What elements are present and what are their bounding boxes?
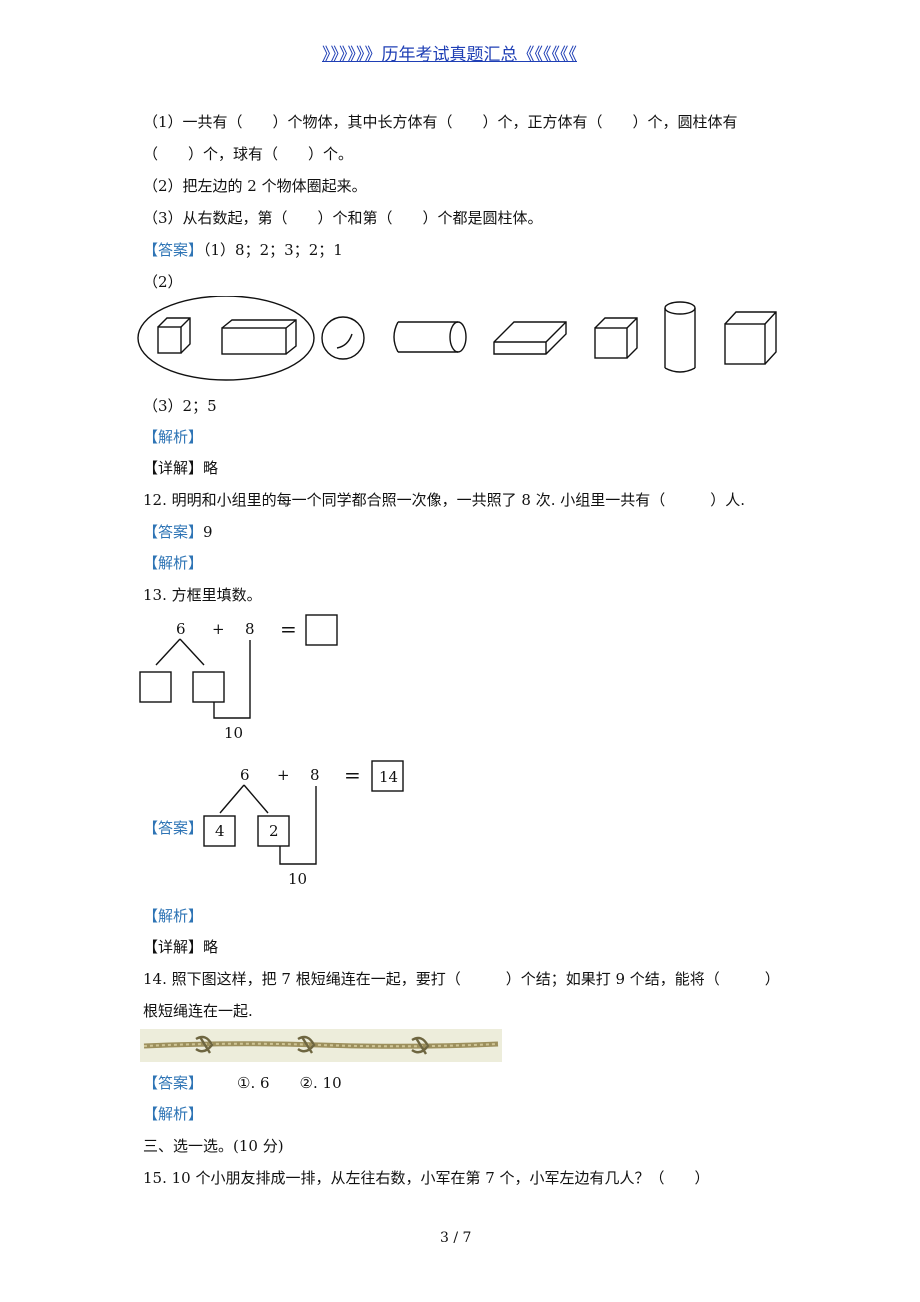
answer-tag: 【答案】 [143, 1074, 204, 1092]
answer-tag: 【答案】 [143, 523, 204, 541]
cube-shape-1 [157, 317, 191, 354]
q11-part1-line1: （1）一共有（ ）个物体，其中长方体有（ ）个，正方体有（ ）个，圆柱体有 [143, 113, 738, 131]
answer-plus-sign: + [277, 766, 290, 784]
cuboid-shape-1 [221, 319, 297, 355]
q12-question: 12. 明明和小组里的每一个同学都合照一次像，一共照了 8 次. 小组里一共有（… [143, 491, 746, 509]
q12-analysis-tag: 【解析】 [143, 554, 204, 572]
split-box-2 [192, 671, 225, 703]
header-banner[interactable]: 》》》》》》历年考试真题汇总《《《《《《 [322, 40, 577, 65]
detail-tag: 【详解】 [143, 938, 204, 956]
knotted-rope-image [140, 1029, 502, 1062]
q11-part2: （2）把左边的 2 个物体圈起来。 [143, 177, 367, 195]
addend-b: 8 [245, 620, 255, 638]
detail-tag: 【详解】 [143, 459, 204, 477]
equals-sign: = [280, 617, 297, 641]
answer-equals-sign: = [344, 763, 361, 787]
solid-shapes-figure [137, 296, 777, 381]
q14-answer: 【答案】 ①. 6 ②. 10 [143, 1073, 342, 1093]
q13-answer-tag: 【答案】 [143, 819, 204, 837]
q11-answer: 【答案】（1）8；2；3；2；1 [143, 240, 343, 260]
q14-analysis-tag: 【解析】 [143, 1105, 204, 1123]
plus-sign: + [212, 620, 225, 638]
detail-text: 略 [203, 459, 219, 477]
q11-answer-3: （3）2；5 [143, 397, 217, 415]
cuboid-shape-2 [493, 321, 567, 355]
circle-around-left-two [137, 296, 315, 381]
answer-result-value: 14 [379, 768, 398, 786]
q14-answer-values: ①. 6 ②. 10 [237, 1074, 342, 1092]
answer-split-value-1: 4 [215, 822, 225, 840]
split-box-1 [139, 671, 172, 703]
detail-text: 略 [203, 938, 219, 956]
q11-analysis-tag: 【解析】 [143, 428, 204, 446]
page-number: 3 / 7 [440, 1230, 472, 1246]
q13-detail: 【详解】略 [143, 937, 218, 957]
cylinder-shape-lying [393, 321, 467, 353]
cube-shape-2 [594, 317, 638, 359]
answer-bracket-line [279, 786, 317, 865]
q13-analysis-tag: 【解析】 [143, 907, 204, 925]
q11-answer2-label: （2） [143, 273, 183, 291]
answer-decomposition-diagram: 6 + 8 = 14 4 2 10 [203, 760, 404, 888]
q13-question: 13. 方框里填数。 [143, 586, 262, 604]
answer-addend-b: 8 [310, 766, 320, 784]
number-decomposition-diagram: 6 + 8 = 10 [139, 614, 338, 742]
q14-question-line2: 根短绳连在一起. [143, 1002, 253, 1020]
ten-label: 10 [224, 724, 243, 742]
section-3-title: 三、选一选。(10 分) [143, 1137, 284, 1155]
q11-detail: 【详解】略 [143, 458, 218, 478]
bracket-line [213, 640, 251, 719]
q12-answer-value: 9 [203, 523, 213, 541]
answer-addend-a: 6 [240, 766, 250, 784]
sphere-shape [321, 316, 365, 360]
cube-shape-3 [724, 311, 777, 365]
q14-question-line1: 14. 照下图这样，把 7 根短绳连在一起，要打（ ）个结；如果打 9 个结，能… [143, 970, 780, 988]
answer-ten-label: 10 [288, 870, 307, 888]
answer-split-value-2: 2 [269, 822, 279, 840]
answer-tag: 【答案】 [143, 241, 204, 259]
cylinder-shape-standing [664, 301, 696, 373]
addend-a: 6 [176, 620, 186, 638]
q11-part1-line2: （ ）个，球有（ ）个。 [143, 145, 354, 163]
q15-question: 15. 10 个小朋友排成一排，从左往右数，小军在第 7 个，小军左边有几人？（… [143, 1169, 710, 1187]
answer-split-lines [219, 784, 269, 814]
q11-part3: （3）从右数起，第（ ）个和第（ ）个都是圆柱体。 [143, 209, 543, 227]
q11-answer-1: （1）8；2；3；2；1 [203, 241, 343, 259]
q12-answer: 【答案】9 [143, 522, 213, 542]
split-lines [155, 638, 205, 666]
result-box [305, 614, 338, 646]
